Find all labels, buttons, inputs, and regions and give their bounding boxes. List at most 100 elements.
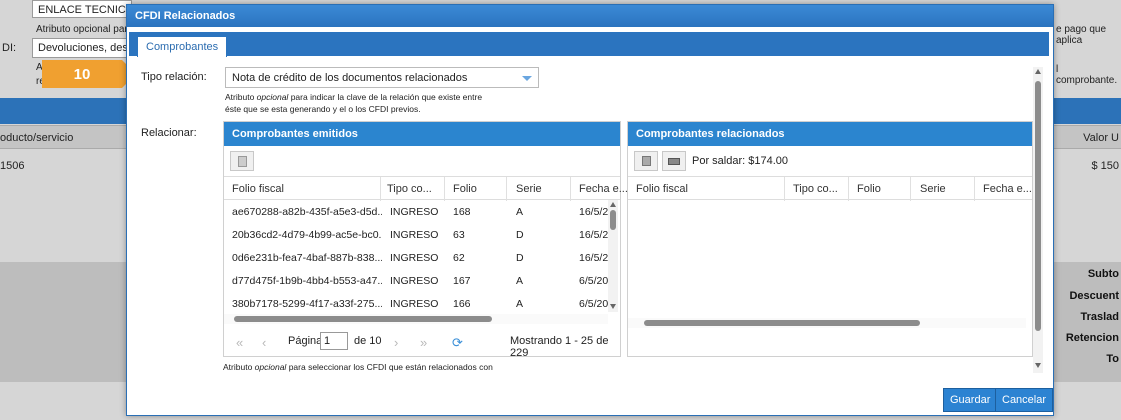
page-label: Página: [288, 335, 323, 347]
tipo-cell: INGRESO: [390, 252, 439, 264]
col-serie[interactable]: Serie: [920, 183, 946, 195]
relacionar-hint: Atributo opcional para seleccionar los C…: [223, 362, 493, 372]
pencil-icon: [668, 157, 680, 165]
fecha-cell: 6/5/202: [579, 275, 611, 287]
hscroll-thumb[interactable]: [234, 316, 492, 322]
relacionar-label: Relacionar:: [141, 127, 197, 139]
emitidos-title: Comprobantes emitidos: [224, 122, 620, 146]
tabstrip: Comprobantes: [129, 32, 1049, 57]
folio-fiscal-cell: 380b7178-5299-4f17-a33f-275...: [232, 298, 382, 310]
trash-icon: [641, 156, 651, 166]
background-hint-1: Atributo opcional para: [36, 24, 134, 35]
table-row[interactable]: ae670288-a82b-435f-a5e3-d5d... INGRESO 1…: [224, 200, 611, 223]
fecha-cell: 16/5/20: [579, 252, 611, 264]
emitidos-grid-body: ae670288-a82b-435f-a5e3-d5d... INGRESO 1…: [224, 200, 620, 312]
relacionados-horizontal-scrollbar[interactable]: [628, 318, 1026, 328]
background-row-code: 1506: [0, 160, 25, 172]
refresh-icon[interactable]: ⟳: [452, 335, 463, 351]
table-row[interactable]: 0d6e231b-fea7-4baf-887b-838... INGRESO 6…: [224, 246, 611, 269]
serie-cell: A: [516, 206, 524, 218]
background-field-1: ENLACE TECNICO: [32, 0, 132, 18]
folio-cell: 167: [453, 275, 471, 287]
tipo-cell: INGRESO: [390, 275, 439, 287]
delete-button[interactable]: [634, 151, 658, 171]
col-fecha[interactable]: Fecha e...: [983, 183, 1032, 195]
scroll-down-icon: [610, 304, 616, 309]
folio-cell: 62: [453, 252, 465, 264]
cancel-button[interactable]: Cancelar: [995, 388, 1054, 412]
tipo-relacion-hint: Atributo opcional para indicar la clave …: [225, 92, 483, 114]
hscroll-thumb[interactable]: [644, 320, 920, 326]
save-button[interactable]: Guardar: [943, 388, 998, 412]
emitidos-panel: Comprobantes emitidos Folio fiscal Tipo …: [223, 121, 628, 359]
relacionados-title: Comprobantes relacionados: [628, 122, 1032, 146]
scroll-up-icon: [610, 202, 616, 207]
balance-label: Por saldar: $174.00: [692, 155, 789, 167]
folio-fiscal-cell: 0d6e231b-fea7-4baf-887b-838...: [232, 252, 382, 264]
traslado-label: Traslad: [1080, 311, 1119, 323]
page-number-input[interactable]: 1: [320, 332, 348, 350]
tipo-cell: INGRESO: [390, 206, 439, 218]
background-label-di: DI:: [2, 42, 17, 54]
col-folio-fiscal[interactable]: Folio fiscal: [636, 183, 688, 195]
col-tipo-comprobante[interactable]: Tipo co...: [387, 183, 432, 195]
next-page-icon[interactable]: ›: [394, 335, 398, 350]
relacionados-toolbar: Por saldar: $174.00: [628, 146, 1032, 176]
col-serie[interactable]: Serie: [516, 183, 542, 195]
emitidos-grid-header: Folio fiscal Tipo co... Folio Serie Fech…: [224, 176, 628, 201]
folio-fiscal-cell: 20b36cd2-4d79-4b99-ac5e-bc0...: [232, 229, 382, 241]
col-folio[interactable]: Folio: [453, 183, 477, 195]
tipo-relacion-label: Tipo relación:: [141, 71, 207, 83]
last-page-icon[interactable]: »: [420, 335, 427, 350]
table-row[interactable]: 380b7178-5299-4f17-a33f-275... INGRESO 1…: [224, 292, 611, 312]
prev-page-icon[interactable]: ‹: [262, 335, 266, 350]
scroll-down-icon: [1035, 363, 1041, 368]
tipo-cell: INGRESO: [390, 298, 439, 310]
tipo-relacion-value: Nota de crédito de los documentos relaci…: [232, 72, 468, 84]
serie-cell: D: [516, 229, 524, 241]
folio-fiscal-cell: ae670288-a82b-435f-a5e3-d5d...: [232, 206, 382, 218]
background-field-2: Devoluciones, descu: [32, 38, 132, 58]
col-fecha[interactable]: Fecha e...: [579, 183, 628, 195]
serie-cell: A: [516, 298, 524, 310]
page-count: de 10: [354, 335, 382, 347]
emitidos-toolbar: [224, 146, 620, 176]
fecha-cell: 16/5/20: [579, 229, 611, 241]
background-col-producto: oducto/servicio: [0, 132, 74, 144]
dialog-vertical-scrollbar[interactable]: [1033, 67, 1043, 373]
first-page-icon[interactable]: «: [236, 335, 243, 350]
background-row-value: $ 150: [1091, 160, 1119, 172]
background-hint-right-2: l comprobante.: [1056, 64, 1118, 86]
table-row[interactable]: d77d475f-1b9b-4bb4-b553-a47... INGRESO 1…: [224, 269, 611, 292]
scroll-thumb[interactable]: [610, 210, 616, 230]
col-folio-fiscal[interactable]: Folio fiscal: [232, 183, 284, 195]
scroll-thumb[interactable]: [1035, 81, 1041, 331]
col-tipo-comprobante[interactable]: Tipo co...: [793, 183, 838, 195]
relacionados-grid-header: Folio fiscal Tipo co... Folio Serie Fech…: [628, 176, 1032, 201]
scroll-up-icon: [1035, 69, 1041, 74]
tipo-relacion-select[interactable]: Nota de crédito de los documentos relaci…: [225, 67, 539, 88]
subtotal-label: Subto: [1087, 268, 1119, 280]
serie-cell: A: [516, 275, 524, 287]
dialog-title: CFDI Relacionados: [127, 5, 1053, 27]
add-document-button[interactable]: [230, 151, 254, 171]
retencion-label: Retencion: [1065, 332, 1119, 344]
folio-cell: 166: [453, 298, 471, 310]
total-label: To: [1106, 353, 1119, 365]
table-row[interactable]: 20b36cd2-4d79-4b99-ac5e-bc0... INGRESO 6…: [224, 223, 611, 246]
descuento-label: Descuent: [1069, 290, 1119, 302]
document-add-icon: [237, 155, 247, 167]
dialog-content: Tipo relación: Nota de crédito de los do…: [129, 59, 1037, 379]
emitidos-vertical-scrollbar[interactable]: [608, 200, 618, 312]
step-badge: 10: [42, 60, 136, 88]
chevron-down-icon: [522, 76, 532, 81]
emitidos-pager: « ‹ Página 1 de 10 › » ⟳ Mostrando 1 - 2…: [224, 328, 620, 359]
folio-cell: 63: [453, 229, 465, 241]
col-folio[interactable]: Folio: [857, 183, 881, 195]
tipo-cell: INGRESO: [390, 229, 439, 241]
edit-button[interactable]: [662, 151, 686, 171]
tab-comprobantes[interactable]: Comprobantes: [137, 36, 228, 57]
background-col-valor: Valor U: [1083, 132, 1119, 144]
serie-cell: D: [516, 252, 524, 264]
emitidos-horizontal-scrollbar[interactable]: [224, 314, 608, 324]
